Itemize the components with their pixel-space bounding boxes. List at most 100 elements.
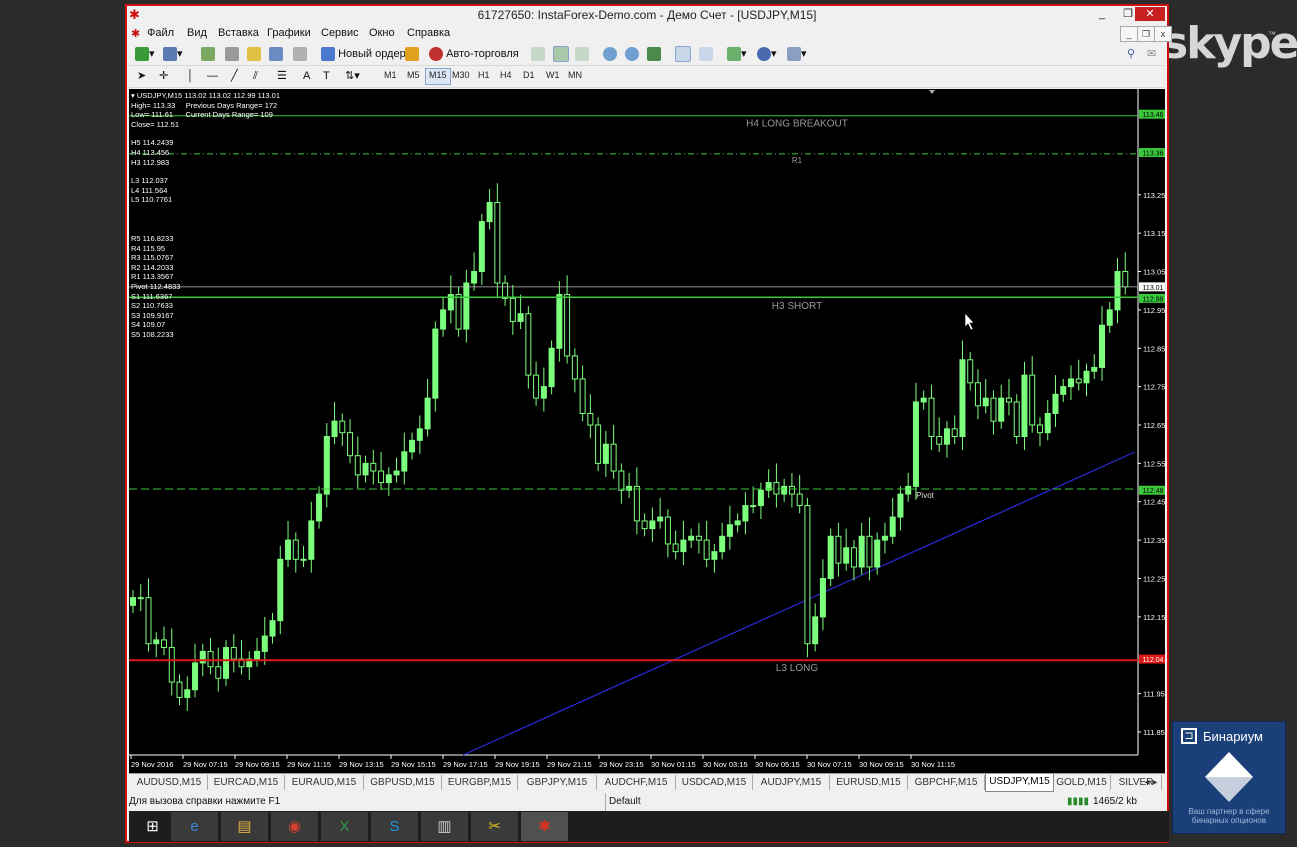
search-icon[interactable]: ⚲ xyxy=(1127,46,1135,62)
navigator-icon[interactable] xyxy=(247,46,261,62)
time-axis-label: 29 Nov 15:15 xyxy=(391,760,436,769)
candle-body xyxy=(1075,378,1082,384)
timeframe-m15[interactable]: M15 xyxy=(425,68,451,85)
clipboard-icon[interactable]: ▥ xyxy=(421,812,468,841)
arrows-icon[interactable]: ⇅▾ xyxy=(345,68,360,84)
zoom-out-icon[interactable] xyxy=(625,46,639,62)
menu-window[interactable]: Окно xyxy=(369,27,395,39)
chart-tab[interactable]: USDCAD,M15 xyxy=(676,775,753,790)
candle-body xyxy=(308,520,315,560)
close-button[interactable]: ✕ xyxy=(1135,7,1165,21)
new-chart-icon[interactable]: ▾ xyxy=(135,46,155,62)
metaeditor-icon[interactable] xyxy=(405,46,419,62)
timeframe-h1[interactable]: H1 xyxy=(475,68,493,83)
auto-trading-button[interactable]: Авто-торговля xyxy=(429,46,519,62)
ie-icon[interactable]: e xyxy=(171,812,218,841)
binarium-name: Бинариум xyxy=(1203,729,1263,744)
mt4-icon[interactable]: ✱ xyxy=(521,812,568,841)
menu-view[interactable]: Вид xyxy=(187,27,207,39)
chart-tab[interactable]: GBPJPY,M15 xyxy=(518,775,597,790)
candlestick-icon[interactable] xyxy=(553,46,569,63)
fibonacci-icon[interactable]: ☰ xyxy=(277,68,287,84)
skype-icon[interactable]: S xyxy=(371,812,418,841)
terminal-icon[interactable] xyxy=(269,46,283,62)
candle-body xyxy=(757,489,764,507)
bar-chart-icon[interactable] xyxy=(531,46,545,62)
templates-icon[interactable]: ▾ xyxy=(787,46,807,62)
chrome-icon[interactable]: ◉ xyxy=(271,812,318,841)
candle-body xyxy=(378,470,385,484)
mdi-minimize-button[interactable]: _ xyxy=(1120,26,1138,42)
new-order-button[interactable]: Новый ордер xyxy=(321,46,406,62)
chart-tab[interactable]: AUDUSD,M15 xyxy=(131,775,208,790)
candle-body xyxy=(331,420,338,438)
candle-body xyxy=(664,516,671,545)
market-watch-icon[interactable] xyxy=(201,46,215,62)
chart-tab[interactable]: GBPUSD,M15 xyxy=(364,775,442,790)
menu-charts[interactable]: Графики xyxy=(267,27,311,39)
chart-shift-icon[interactable] xyxy=(675,46,691,63)
explorer-icon[interactable]: ▤ xyxy=(221,812,268,841)
price-axis-label: 111.85 xyxy=(1143,728,1165,737)
periods-icon[interactable]: ▾ xyxy=(757,46,777,62)
timeframe-mn[interactable]: MN xyxy=(565,68,585,83)
chart-window-icon[interactable]: ✱ xyxy=(131,27,140,40)
timeframe-d1[interactable]: D1 xyxy=(520,68,538,83)
chart-tab[interactable]: USDJPY,M15 xyxy=(985,774,1054,792)
minimize-button[interactable]: _ xyxy=(1089,7,1115,21)
chart-tab[interactable]: EURCAD,M15 xyxy=(208,775,285,790)
menu-tools[interactable]: Сервис xyxy=(321,27,359,39)
chart-tab[interactable]: AUDCHF,M15 xyxy=(597,775,676,790)
equidistant-channel-icon[interactable]: ⫽ xyxy=(253,68,258,84)
menu-file[interactable]: Файл xyxy=(147,27,174,39)
tab-scroll-arrows-icon[interactable]: ◂ ▸ xyxy=(1137,775,1165,790)
chart-area[interactable]: H4 LONG BREAKOUT R1 H3 SHORT Pivot L3 LONG 11… xyxy=(129,89,1165,773)
tile-windows-icon[interactable] xyxy=(647,46,661,62)
indicators-icon[interactable]: ▾ xyxy=(727,46,747,62)
chart-tab[interactable]: EURUSD,M15 xyxy=(830,775,908,790)
candle-body xyxy=(982,397,989,407)
chart-tab[interactable]: GBPCHF,M15 xyxy=(908,775,985,790)
chart-tab[interactable]: EURAUD,M15 xyxy=(285,775,364,790)
binarium-logo-icon: ⊐ xyxy=(1181,728,1197,744)
candle-body xyxy=(370,462,377,472)
candlestick-chart[interactable]: H4 LONG BREAKOUT R1 H3 SHORT Pivot L3 LONG 11… xyxy=(129,89,1165,773)
status-help-text: Для вызова справки нажмите F1 xyxy=(129,796,281,807)
candle-body xyxy=(905,485,912,495)
timeframe-w1[interactable]: W1 xyxy=(543,68,563,83)
cursor-icon[interactable]: ➤ xyxy=(137,68,146,84)
menu-insert[interactable]: Вставка xyxy=(218,27,259,39)
line-chart-icon[interactable] xyxy=(575,46,589,62)
binarium-ad[interactable]: ⊐ Бинариум Ваш партнер в сфере бинарных … xyxy=(1172,721,1286,834)
time-axis-label: 30 Nov 01:15 xyxy=(651,760,696,769)
trendline-icon[interactable]: ╱ xyxy=(231,68,238,84)
candle-body xyxy=(548,347,555,388)
timeframe-h4[interactable]: H4 xyxy=(497,68,515,83)
excel-icon[interactable]: X xyxy=(321,812,368,841)
data-window-icon[interactable] xyxy=(225,46,239,62)
text-label-icon[interactable]: T xyxy=(323,68,330,84)
timeframe-m5[interactable]: M5 xyxy=(404,68,423,83)
horizontal-line-icon[interactable]: — xyxy=(207,68,218,84)
chat-icon[interactable]: ✉ xyxy=(1147,46,1156,62)
timeframe-m1[interactable]: M1 xyxy=(381,68,400,83)
menu-help[interactable]: Справка xyxy=(407,27,450,39)
candle-body xyxy=(641,520,648,530)
crosshair-icon[interactable]: ✛ xyxy=(159,68,168,84)
mdi-close-button[interactable]: x xyxy=(1154,26,1172,42)
chart-tab[interactable]: GOLD,M15 xyxy=(1053,775,1111,790)
profiles-icon[interactable]: ▾ xyxy=(163,46,183,62)
price-axis-label: 112.98 xyxy=(1143,296,1164,303)
start-icon[interactable]: ⊞ xyxy=(129,812,176,841)
window-title: 61727650: InstaForex-Demo.com - Демо Сче… xyxy=(477,8,817,22)
chart-tab[interactable]: EURGBP,M15 xyxy=(442,775,518,790)
strategy-tester-icon[interactable] xyxy=(293,46,307,62)
mdi-restore-button[interactable]: ❐ xyxy=(1137,26,1155,42)
text-icon[interactable]: A xyxy=(303,68,310,84)
autoscroll-icon[interactable] xyxy=(699,46,713,62)
zoom-in-icon[interactable] xyxy=(603,46,617,62)
tool-icon[interactable]: ✂ xyxy=(471,812,518,841)
vertical-line-icon[interactable]: │ xyxy=(187,68,194,84)
chart-tab[interactable]: AUDJPY,M15 xyxy=(753,775,830,790)
timeframe-m30[interactable]: M30 xyxy=(449,68,473,83)
